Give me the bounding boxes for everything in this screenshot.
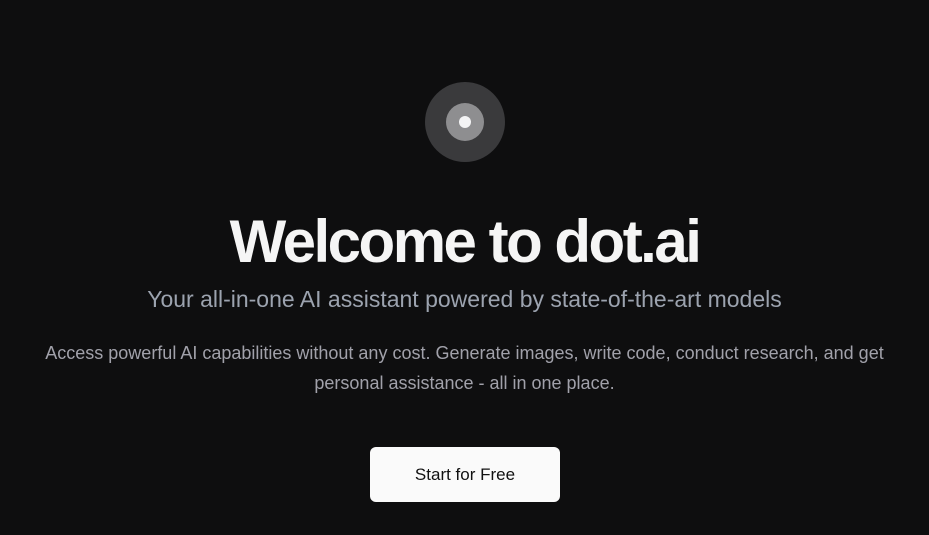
dot-logo-icon: [425, 82, 505, 162]
page-title: Welcome to dot.ai: [229, 208, 702, 275]
landing-page: Welcome to dot.ai Your all-in-one AI ass…: [0, 0, 929, 535]
logo-dot: [459, 116, 471, 128]
logo-ring: [446, 103, 484, 141]
page-description: Access powerful AI capabilities without …: [45, 343, 884, 393]
page-subtitle: Your all-in-one AI assistant powered by …: [147, 286, 782, 312]
start-for-free-button[interactable]: Start for Free: [370, 447, 560, 502]
